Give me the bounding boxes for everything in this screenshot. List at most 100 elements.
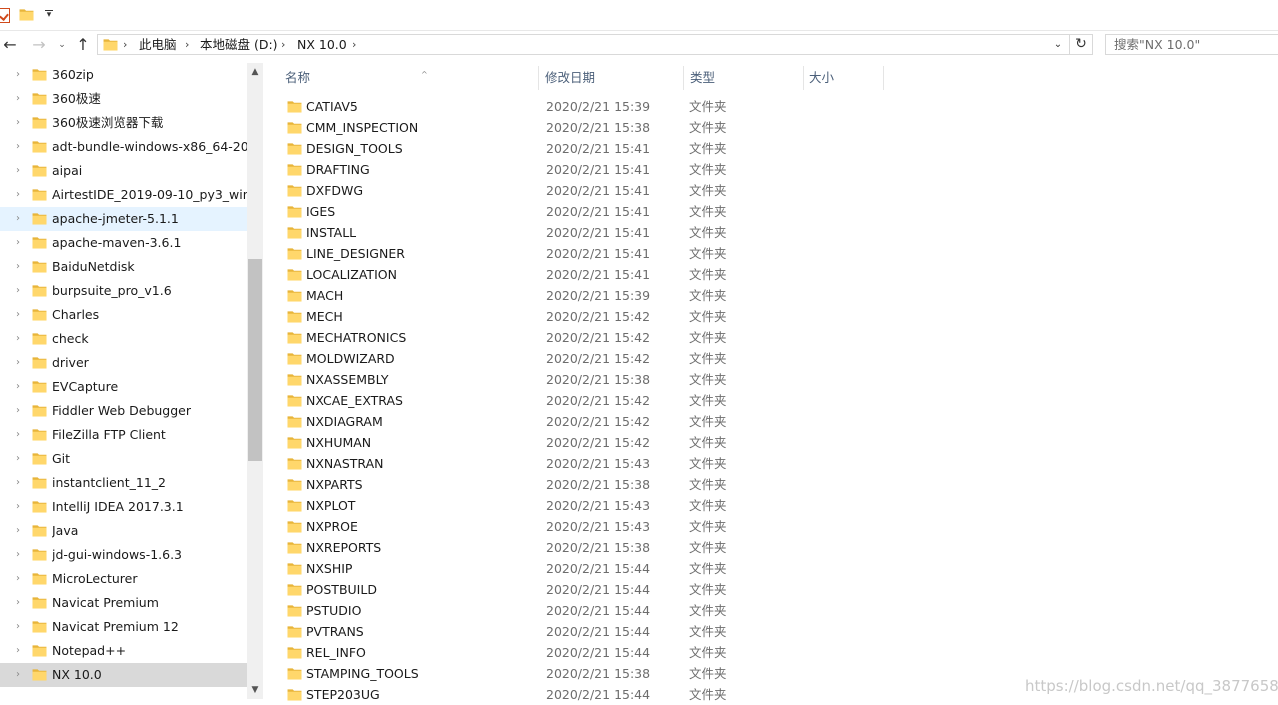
up-arrow-icon[interactable]: ↑ <box>74 35 92 55</box>
file-row[interactable]: MECH 2020/2/21 15:42 文件夹 <box>285 306 1278 327</box>
nav-tree-item[interactable]: › FileZilla FTP Client <box>0 423 247 447</box>
breadcrumb-nx-10[interactable]: NX 10.0 <box>297 35 347 54</box>
nav-tree-item[interactable]: › adt-bundle-windows-x86_64-2014 <box>0 135 247 159</box>
expand-chevron-icon[interactable]: › <box>14 211 22 227</box>
file-row[interactable]: POSTBUILD 2020/2/21 15:44 文件夹 <box>285 579 1278 600</box>
expand-chevron-icon[interactable]: › <box>14 523 22 539</box>
scrollbar-thumb[interactable] <box>248 259 262 461</box>
expand-chevron-icon[interactable]: › <box>14 235 22 251</box>
expand-chevron-icon[interactable]: › <box>14 427 22 443</box>
nav-tree-item[interactable]: › Navicat Premium <box>0 591 247 615</box>
expand-chevron-icon[interactable]: › <box>14 379 22 395</box>
nav-tree-item[interactable]: › Charles <box>0 303 247 327</box>
expand-chevron-icon[interactable]: › <box>14 571 22 587</box>
expand-chevron-icon[interactable]: › <box>14 595 22 611</box>
file-row[interactable]: PVTRANS 2020/2/21 15:44 文件夹 <box>285 621 1278 642</box>
file-row[interactable]: IGES 2020/2/21 15:41 文件夹 <box>285 201 1278 222</box>
expand-chevron-icon[interactable]: › <box>14 91 22 107</box>
file-row[interactable]: REL_INFO 2020/2/21 15:44 文件夹 <box>285 642 1278 663</box>
file-row[interactable]: INSTALL 2020/2/21 15:41 文件夹 <box>285 222 1278 243</box>
file-row[interactable]: NXHUMAN 2020/2/21 15:42 文件夹 <box>285 432 1278 453</box>
file-row[interactable]: NXASSEMBLY 2020/2/21 15:38 文件夹 <box>285 369 1278 390</box>
nav-tree-item[interactable]: › IntelliJ IDEA 2017.3.1 <box>0 495 247 519</box>
file-row[interactable]: LOCALIZATION 2020/2/21 15:41 文件夹 <box>285 264 1278 285</box>
breadcrumb-separator-icon[interactable]: › <box>352 35 356 54</box>
expand-chevron-icon[interactable]: › <box>14 331 22 347</box>
new-folder-icon[interactable] <box>19 8 34 21</box>
file-row[interactable]: LINE_DESIGNER 2020/2/21 15:41 文件夹 <box>285 243 1278 264</box>
nav-tree-item[interactable]: › 360极速 <box>0 87 247 111</box>
file-row[interactable]: NXPROE 2020/2/21 15:43 文件夹 <box>285 516 1278 537</box>
breadcrumb-separator-icon[interactable]: › <box>281 35 285 54</box>
nav-tree-item[interactable]: › Java <box>0 519 247 543</box>
expand-chevron-icon[interactable]: › <box>14 283 22 299</box>
scroll-up-arrow-icon[interactable]: ▲ <box>247 63 263 81</box>
properties-icon[interactable] <box>0 8 10 23</box>
expand-chevron-icon[interactable]: › <box>14 355 22 371</box>
expand-chevron-icon[interactable]: › <box>14 115 22 131</box>
file-row[interactable]: NXCAE_EXTRAS 2020/2/21 15:42 文件夹 <box>285 390 1278 411</box>
file-row[interactable]: DESIGN_TOOLS 2020/2/21 15:41 文件夹 <box>285 138 1278 159</box>
expand-chevron-icon[interactable]: › <box>14 139 22 155</box>
nav-tree-item[interactable]: › check <box>0 327 247 351</box>
recent-locations-chevron-icon[interactable]: ⌄ <box>55 35 69 55</box>
nav-tree-item[interactable]: › aipai <box>0 159 247 183</box>
nav-tree-item[interactable]: › instantclient_11_2 <box>0 471 247 495</box>
breadcrumb-separator-icon[interactable]: › <box>123 35 127 54</box>
expand-chevron-icon[interactable]: › <box>14 547 22 563</box>
forward-arrow-icon[interactable]: → <box>30 35 48 55</box>
expand-chevron-icon[interactable]: › <box>14 307 22 323</box>
nav-tree-item[interactable]: › driver <box>0 351 247 375</box>
file-row[interactable]: MACH 2020/2/21 15:39 文件夹 <box>285 285 1278 306</box>
nav-tree-item[interactable]: › burpsuite_pro_v1.6 <box>0 279 247 303</box>
nav-tree-item[interactable]: › 360zip <box>0 63 247 87</box>
file-row[interactable]: PSTUDIO 2020/2/21 15:44 文件夹 <box>285 600 1278 621</box>
breadcrumb-local-disk-d[interactable]: 本地磁盘 (D:) <box>200 35 278 54</box>
navigation-pane-scrollbar[interactable]: ▲ ▼ <box>247 63 263 699</box>
column-divider[interactable] <box>538 66 539 90</box>
file-row[interactable]: NXSHIP 2020/2/21 15:44 文件夹 <box>285 558 1278 579</box>
nav-tree-item[interactable]: › NX 10.0 <box>0 663 247 687</box>
nav-tree-item[interactable]: › Fiddler Web Debugger <box>0 399 247 423</box>
expand-chevron-icon[interactable]: › <box>14 475 22 491</box>
nav-tree-item[interactable]: › apache-maven-3.6.1 <box>0 231 247 255</box>
file-row[interactable]: CMM_INSPECTION 2020/2/21 15:38 文件夹 <box>285 117 1278 138</box>
column-header-date[interactable]: 修改日期 <box>545 63 680 92</box>
column-header-type[interactable]: 类型 <box>690 63 802 92</box>
breadcrumb-separator-icon[interactable]: › <box>185 35 189 54</box>
expand-chevron-icon[interactable]: › <box>14 163 22 179</box>
expand-chevron-icon[interactable]: › <box>14 187 22 203</box>
column-header-name[interactable]: 名称 ^ <box>285 63 535 92</box>
expand-chevron-icon[interactable]: › <box>14 643 22 659</box>
file-row[interactable]: NXDIAGRAM 2020/2/21 15:42 文件夹 <box>285 411 1278 432</box>
expand-chevron-icon[interactable]: › <box>14 667 22 683</box>
column-divider[interactable] <box>883 66 884 90</box>
column-divider[interactable] <box>803 66 804 90</box>
expand-chevron-icon[interactable]: › <box>14 67 22 83</box>
file-row[interactable]: NXNASTRAN 2020/2/21 15:43 文件夹 <box>285 453 1278 474</box>
expand-chevron-icon[interactable]: › <box>14 499 22 515</box>
search-box[interactable] <box>1105 34 1278 55</box>
file-row[interactable]: MECHATRONICS 2020/2/21 15:42 文件夹 <box>285 327 1278 348</box>
nav-tree-item[interactable]: › 360极速浏览器下载 <box>0 111 247 135</box>
nav-tree-item[interactable]: › Navicat Premium 12 <box>0 615 247 639</box>
customize-toolbar-dropdown-icon[interactable]: ▾ <box>44 7 54 23</box>
scroll-down-arrow-icon[interactable]: ▼ <box>247 681 263 699</box>
file-row[interactable]: DRAFTING 2020/2/21 15:41 文件夹 <box>285 159 1278 180</box>
expand-chevron-icon[interactable]: › <box>14 259 22 275</box>
nav-tree-item[interactable]: › jd-gui-windows-1.6.3 <box>0 543 247 567</box>
file-row[interactable]: NXREPORTS 2020/2/21 15:38 文件夹 <box>285 537 1278 558</box>
nav-tree-item[interactable]: › apache-jmeter-5.1.1 <box>0 207 247 231</box>
address-history-chevron-icon[interactable]: ⌄ <box>1051 35 1065 54</box>
column-header-size[interactable]: 大小 <box>809 63 879 92</box>
breadcrumb-this-pc[interactable]: 此电脑 <box>139 35 177 54</box>
search-input[interactable] <box>1106 35 1278 54</box>
nav-tree-item[interactable]: › Git <box>0 447 247 471</box>
back-arrow-icon[interactable]: ← <box>1 35 19 55</box>
expand-chevron-icon[interactable]: › <box>14 451 22 467</box>
expand-chevron-icon[interactable]: › <box>14 403 22 419</box>
file-row[interactable]: NXPLOT 2020/2/21 15:43 文件夹 <box>285 495 1278 516</box>
expand-chevron-icon[interactable]: › <box>14 619 22 635</box>
column-divider[interactable] <box>683 66 684 90</box>
nav-tree-item[interactable]: › BaiduNetdisk <box>0 255 247 279</box>
